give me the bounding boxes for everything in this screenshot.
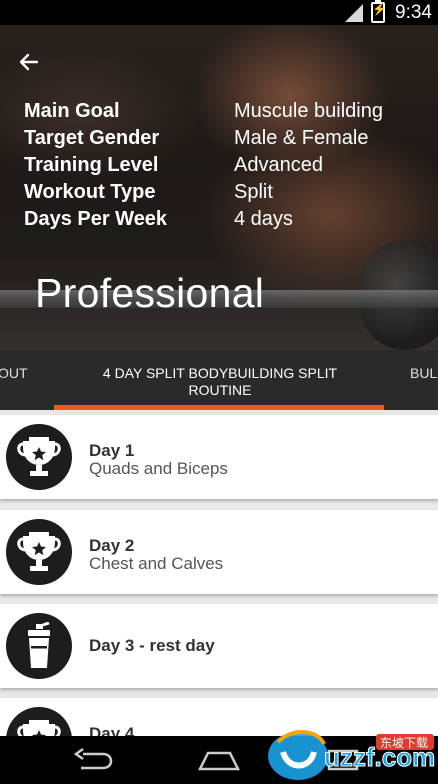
day-title: Day 1 (89, 441, 135, 460)
nav-home-icon (197, 751, 241, 771)
tab-bar: OUT 4 DAY SPLIT BODYBUILDING SPLIT ROUTI… (0, 350, 438, 410)
list-item-day-3[interactable]: Day 3 - rest day (0, 604, 438, 688)
info-row-training-level: Training Level Advanced (24, 154, 323, 176)
uzzf-watermark-logo: uzzf.com 东坡下载 (268, 730, 436, 780)
tab-4-day-split[interactable]: 4 DAY SPLIT BODYBUILDING SPLIT ROUTINE (70, 365, 370, 399)
tab-label-line1: 4 DAY SPLIT BODYBUILDING SPLIT (102, 365, 338, 381)
battery-icon (371, 0, 387, 23)
svg-text:东坡下载: 东坡下载 (380, 736, 428, 750)
back-button[interactable] (14, 47, 44, 77)
info-row-main-goal: Main Goal Muscule building (24, 100, 383, 122)
info-row-workout-type: Workout Type Split (24, 181, 273, 203)
arrow-left-icon (19, 53, 39, 71)
tab-previous[interactable]: OUT (0, 365, 38, 382)
nav-home-button[interactable] (194, 744, 244, 776)
shaker-icon (6, 613, 72, 679)
day-list: Day 1 Quads and Biceps Day 2 Chest and C… (0, 410, 438, 736)
info-row-target-gender: Target Gender Male & Female (24, 127, 369, 149)
day-title: Day 4 (89, 724, 135, 736)
nav-back-icon (73, 748, 113, 770)
status-time: 9:34 (395, 1, 432, 23)
nav-back-button[interactable] (68, 744, 118, 776)
program-info: Main Goal Muscule building Target Gender… (24, 98, 424, 233)
status-bar: 9:34 (0, 0, 438, 25)
tab-next[interactable]: BUL (410, 365, 438, 382)
day-title: Day 2 (89, 536, 135, 555)
tab-label-line2: ROUTINE (188, 382, 252, 398)
day-title: Day 3 - rest day (89, 636, 215, 655)
list-item-day-1[interactable]: Day 1 Quads and Biceps (0, 415, 438, 499)
day-subtitle: Chest and Calves (89, 554, 224, 573)
info-row-days-per-week: Days Per Week 4 days (24, 208, 293, 230)
trophy-icon (6, 424, 72, 490)
signal-icon (345, 3, 364, 22)
trophy-icon (6, 707, 72, 736)
trophy-icon (6, 519, 72, 585)
hero-header: Main Goal Muscule building Target Gender… (0, 25, 438, 350)
day-subtitle: Quads and Biceps (89, 459, 228, 478)
page-title: Professional (35, 270, 265, 316)
list-item-day-2[interactable]: Day 2 Chest and Calves (0, 510, 438, 594)
